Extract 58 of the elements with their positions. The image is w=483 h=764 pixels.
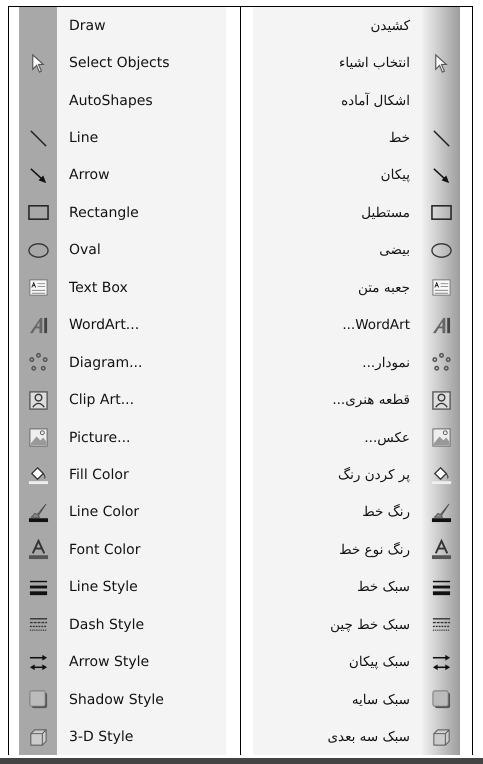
menu-item[interactable]: قطعه هنری... [252,381,460,419]
menu-item[interactable]: اشکال آماده [252,82,460,120]
menu-item[interactable]: سبک پیکان [252,643,460,681]
menu-item[interactable]: جعبه متن [252,269,460,306]
menu-item[interactable]: پر کردن رنگ [252,456,460,494]
font-color-icon [430,539,452,560]
picture-icon [28,427,48,448]
menu-item[interactable]: Text Box [19,269,226,306]
menu-item[interactable]: Oval [19,232,226,270]
menu-item[interactable]: پیکان [252,156,460,194]
paint-bucket-icon [430,464,452,486]
menu-item[interactable]: WordArt... [19,306,226,344]
menu-item[interactable]: Select Objects [19,44,226,82]
menu-item[interactable]: سبک سه بعدی [252,718,460,755]
menu-item[interactable]: سبک خط چین [252,606,460,644]
menu-item[interactable]: انتخاب اشیاء [252,44,460,82]
text-box-icon [430,277,452,298]
font-color-icon [28,539,48,560]
shadow-icon [28,689,48,710]
text-box-icon [28,277,48,298]
paint-bucket-icon [28,464,48,486]
menu-item[interactable]: Rectangle [19,194,226,232]
menu-item[interactable]: Line [19,119,226,157]
menu-item[interactable]: Diagram... [19,344,226,382]
menu-item[interactable]: سبک سایه [252,680,460,718]
menu-item[interactable]: رنگ خط [252,494,460,532]
menu-item[interactable]: Arrow [19,156,226,194]
brush-icon [28,502,48,523]
menu-item[interactable]: Arrow Style [19,643,226,681]
menu-item[interactable]: Font Color [19,531,226,569]
menu-item[interactable]: بیضی [252,232,460,270]
line-icon [430,128,452,149]
menu-item[interactable]: مستطیل [252,194,460,232]
diagram-icon [430,352,452,374]
menu-item[interactable]: Draw [19,7,226,44]
shadow-icon [430,689,452,710]
clip-art-icon [430,390,452,411]
menu-item[interactable]: سبک خط [252,568,460,606]
menu-item[interactable]: رنگ نوع خط [252,531,460,569]
picture-icon [430,427,452,448]
clip-art-icon [28,390,48,411]
menu-item[interactable]: نمودار... [252,344,460,382]
menu-item[interactable]: Line Style [19,568,226,606]
menu-item[interactable]: Fill Color [19,456,226,494]
brush-icon [430,502,452,523]
menu-item[interactable]: عکس... [252,418,460,456]
menu-item[interactable]: Picture... [19,418,226,456]
menu-item[interactable]: Dash Style [19,606,226,644]
diagram-icon [28,352,48,374]
menu-item[interactable]: Shadow Style [19,680,226,718]
line-icon [28,128,48,149]
menu-item[interactable]: Line Color [19,494,226,532]
menu-item[interactable]: Clip Art... [19,381,226,419]
menu-item[interactable]: کشیدن [252,7,460,44]
menu-item[interactable]: ...WordArt [252,306,460,344]
menu-item[interactable]: 3-D Style [19,718,226,755]
menu-item[interactable]: AutoShapes [19,82,226,120]
menu-item[interactable]: خط [252,119,460,157]
